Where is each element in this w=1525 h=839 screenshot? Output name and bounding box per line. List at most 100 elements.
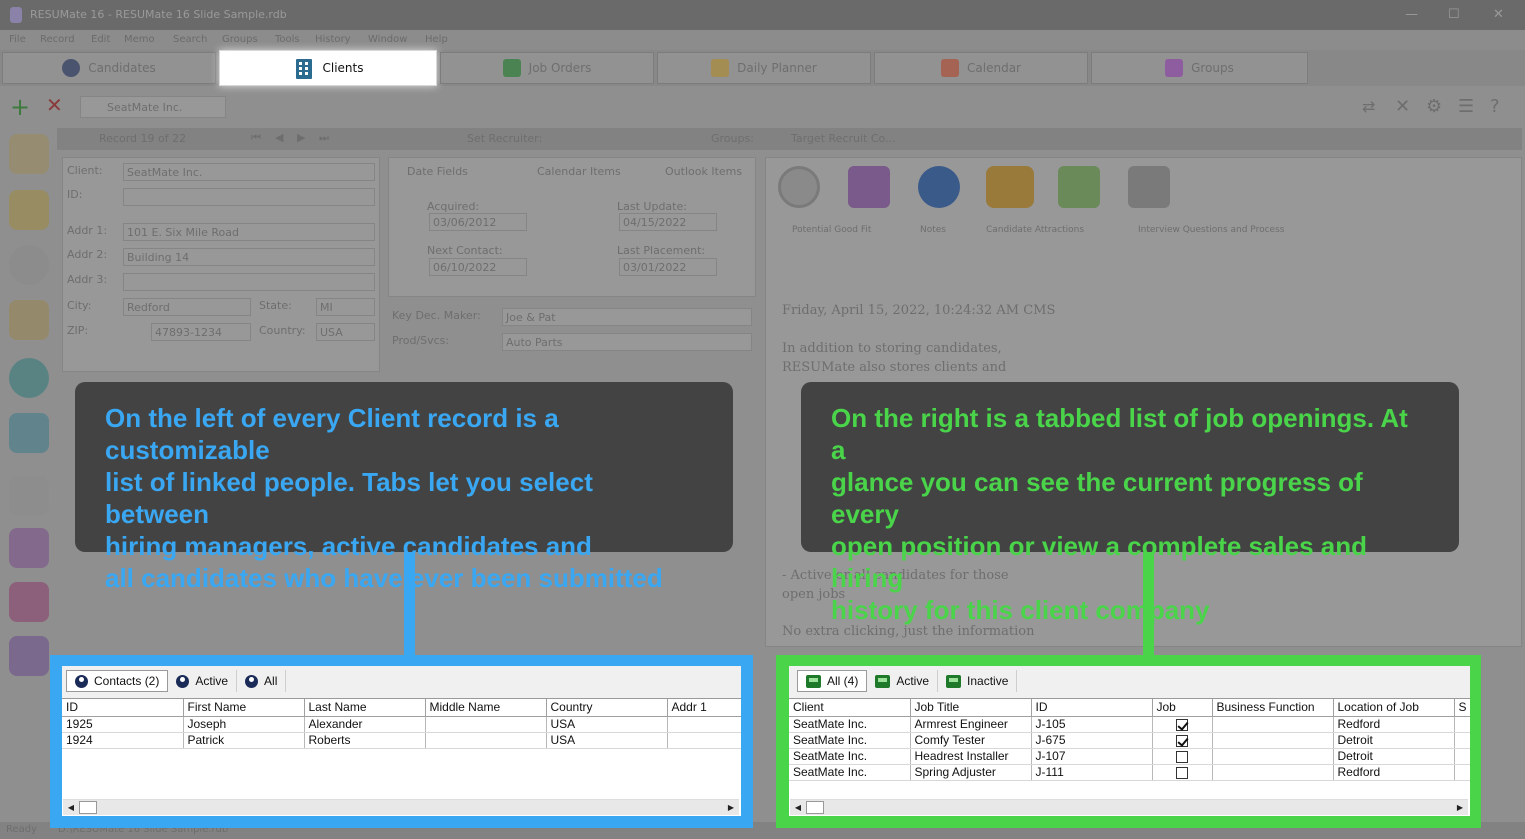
job-checkbox[interactable] (1176, 766, 1188, 779)
scroll-left-icon[interactable]: ◀ (65, 802, 77, 814)
table-row[interactable]: SeatMate Inc. Spring Adjuster J-111 Redford (789, 764, 1470, 781)
client-input[interactable]: SeatMate Inc. (123, 163, 375, 181)
addr2-input[interactable]: Building 14 (123, 248, 375, 266)
search-doc-icon[interactable] (9, 413, 49, 453)
tab-groups[interactable]: Groups (1091, 52, 1308, 84)
export-icon[interactable] (9, 636, 49, 676)
nav-last-icon[interactable]: ⏭ (319, 131, 329, 145)
mail-icon[interactable] (9, 528, 49, 568)
globe-icon[interactable] (9, 245, 49, 285)
nav-next-icon[interactable]: ▶ (297, 131, 305, 144)
table-cell (1454, 732, 1470, 749)
id-input[interactable] (123, 188, 375, 206)
menu-file[interactable]: File (9, 34, 26, 45)
menu-record[interactable]: Record (40, 34, 75, 45)
table-row[interactable]: 1924 Patrick Roberts USA (62, 732, 741, 749)
scroll-thumb[interactable] (806, 801, 824, 814)
nav-prev-icon[interactable]: ◀ (275, 131, 283, 144)
last-update-input[interactable]: 04/15/2022 (619, 213, 717, 231)
tab-candidates[interactable]: Candidates (2, 52, 216, 84)
next-contact-input[interactable]: 06/10/2022 (429, 258, 527, 276)
tab-job-orders[interactable]: Job Orders (440, 52, 654, 84)
tab-active-jobs[interactable]: Active (867, 670, 939, 692)
tab-calendar-items[interactable]: Calendar Items (537, 165, 621, 178)
menu-help[interactable]: Help (425, 34, 448, 45)
close-icon[interactable]: ✕ (1493, 7, 1504, 22)
nav-first-icon[interactable]: ⏮ (251, 131, 261, 145)
menu-history[interactable]: History (315, 34, 351, 45)
scroll-thumb[interactable] (79, 801, 97, 814)
menu-groups[interactable]: Groups (222, 34, 258, 45)
gear-icon[interactable]: ⚙ (1426, 96, 1442, 117)
city-input[interactable]: Redford (123, 298, 251, 316)
tab-inactive-jobs[interactable]: Inactive (938, 670, 1018, 692)
tab-contacts[interactable]: Contacts (2) (66, 670, 169, 692)
tab-active-contacts[interactable]: Active (168, 670, 238, 692)
email-at-icon[interactable] (1128, 166, 1170, 208)
prod-svc-input[interactable]: Auto Parts (502, 333, 752, 351)
globe-icon[interactable] (918, 166, 960, 208)
acquired-label: Acquired: (427, 200, 480, 213)
tab-calendar[interactable]: Calendar (874, 52, 1088, 84)
job-checkbox[interactable] (1176, 734, 1188, 747)
menu-search[interactable]: Search (173, 34, 207, 45)
jobs-hscrollbar[interactable]: ◀ ▶ (790, 799, 1468, 815)
tab-date-fields[interactable]: Date Fields (407, 165, 468, 178)
zip-input[interactable]: 47893-1234 (151, 323, 251, 341)
prod-svc-label: Prod/Svcs: (392, 334, 450, 347)
table-row[interactable]: SeatMate Inc. Comfy Tester J-675 Detroit (789, 732, 1470, 749)
notepad-icon[interactable] (9, 190, 49, 230)
scroll-right-icon[interactable]: ▶ (1454, 802, 1466, 814)
tab-all-jobs[interactable]: All (4) (797, 670, 868, 692)
addr1-input[interactable]: 101 E. Six Mile Road (123, 223, 375, 241)
groups-value[interactable]: Target Recruit Co... (791, 132, 896, 145)
table-cell (667, 716, 741, 733)
transfer-icon[interactable]: ⇄ (1362, 97, 1375, 116)
chat-icon[interactable] (1058, 166, 1100, 208)
import-icon[interactable] (9, 300, 49, 340)
sliders-icon[interactable]: ☰ (1458, 96, 1474, 117)
job-checkbox[interactable] (1176, 718, 1188, 731)
job-checkbox[interactable] (1176, 750, 1188, 763)
scroll-left-icon[interactable]: ◀ (792, 802, 804, 814)
contacts-hscrollbar[interactable]: ◀ ▶ (63, 799, 739, 815)
last-placement-input[interactable]: 03/01/2022 (619, 258, 717, 276)
tab-potential-good-fit[interactable]: Potential Good Fit (792, 225, 871, 235)
state-input[interactable]: MI (316, 298, 375, 316)
tab-notes[interactable]: Notes (920, 225, 946, 235)
current-record-field[interactable]: SeatMate Inc. (80, 96, 226, 118)
delete-icon[interactable]: ✕ (46, 93, 63, 117)
pencil-icon[interactable] (9, 134, 49, 174)
add-icon[interactable]: + (10, 93, 30, 121)
tab-outlook-items[interactable]: Outlook Items (665, 165, 742, 178)
country-input[interactable]: USA (316, 323, 375, 341)
print-icon[interactable] (9, 476, 49, 516)
tools-icon[interactable]: ✕ (1395, 96, 1410, 117)
menu-memo[interactable]: Memo (124, 34, 155, 45)
menu-edit[interactable]: Edit (91, 34, 110, 45)
car-icon[interactable] (986, 166, 1034, 208)
help-icon[interactable]: ? (1490, 96, 1500, 117)
tab-all-contacts[interactable]: All (237, 670, 287, 692)
table-row[interactable]: SeatMate Inc. Headrest Installer J-107 Detr… (789, 748, 1470, 765)
paperclip-icon[interactable] (778, 166, 820, 208)
maximize-icon[interactable]: ☐ (1448, 7, 1460, 22)
minimize-icon[interactable]: — (1405, 7, 1418, 22)
menu-window[interactable]: Window (368, 34, 407, 45)
set-recruiter-label[interactable]: Set Recruiter: (467, 132, 542, 145)
tab-interview-questions[interactable]: Interview Questions and Process (1138, 225, 1284, 235)
calendar-grid-icon[interactable] (9, 582, 49, 622)
table-row[interactable]: SeatMate Inc. Armrest Engineer J-105 Redfor… (789, 716, 1470, 733)
tab-label: Inactive (967, 674, 1009, 688)
menu-tools[interactable]: Tools (275, 34, 300, 45)
key-dec-maker-input[interactable]: Joe & Pat (502, 308, 752, 326)
grid-check-icon[interactable] (848, 166, 890, 208)
scroll-right-icon[interactable]: ▶ (725, 802, 737, 814)
target-icon[interactable] (9, 358, 49, 398)
tab-daily-planner[interactable]: Daily Planner (657, 52, 871, 84)
acquired-input[interactable]: 03/06/2012 (429, 213, 527, 231)
tab-candidate-attractions[interactable]: Candidate Attractions (986, 225, 1084, 235)
addr3-input[interactable] (123, 273, 375, 291)
tab-clients[interactable]: Clients (219, 50, 437, 86)
table-row[interactable]: 1925 Joseph Alexander USA (62, 716, 741, 733)
